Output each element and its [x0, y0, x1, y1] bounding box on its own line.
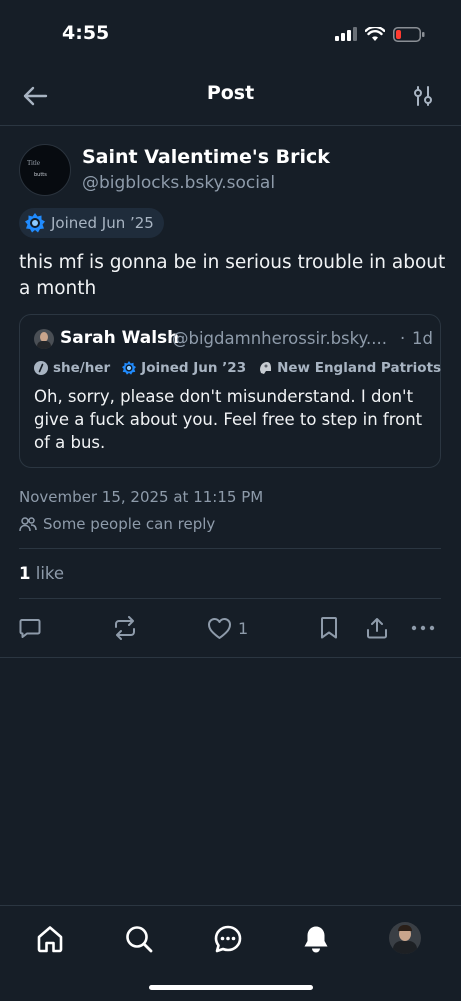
bell-icon — [304, 926, 328, 953]
football-helmet-icon — [260, 362, 272, 374]
post-header: Post — [0, 68, 461, 126]
tab-profile-avatar[interactable] — [389, 922, 421, 954]
tab-home[interactable] — [33, 922, 67, 956]
page-title: Post — [206, 82, 255, 104]
avatar-body — [37, 341, 51, 349]
home-indicator[interactable] — [149, 985, 313, 990]
ellipsis-icon — [411, 625, 435, 631]
avatar-text-title: Title — [27, 159, 40, 167]
post-actions: 1 — [0, 612, 461, 644]
reply-button[interactable] — [18, 612, 42, 644]
author-handle[interactable]: @bigblocks.bsky.social — [82, 173, 275, 193]
likes-label: like — [30, 564, 65, 583]
more-options-button[interactable] — [411, 612, 435, 644]
joined-badge-label: Joined Jun ’25 — [51, 214, 154, 232]
wifi-icon — [365, 26, 385, 41]
starburst-badge-icon — [25, 213, 45, 233]
quote-separator: · — [400, 329, 406, 348]
team-label: New England Patriots — [277, 360, 442, 376]
bookmark-icon — [321, 617, 337, 639]
share-icon — [367, 618, 387, 639]
status-icons — [335, 26, 425, 42]
author-avatar[interactable]: Title butts — [19, 144, 71, 196]
quote-time-ago: 1d — [412, 329, 433, 348]
quote-author-name[interactable]: Sarah Walsh — [60, 328, 179, 348]
divider — [19, 548, 441, 549]
search-icon — [126, 926, 153, 953]
quoted-post-card[interactable]: Sarah Walsh @bigdamnherossir.bsky.... · … — [19, 314, 441, 468]
quote-joined-tag: Joined Jun ’23 — [122, 360, 246, 376]
heart-icon — [208, 617, 231, 639]
team-tag: New England Patriots — [258, 360, 441, 376]
tab-chat[interactable] — [211, 922, 245, 956]
battery-icon — [393, 26, 425, 42]
likes-summary[interactable]: 1 like — [19, 564, 64, 583]
reply-setting[interactable]: Some people can reply — [19, 515, 215, 533]
home-icon — [37, 926, 63, 953]
speech-bubble-icon — [19, 619, 41, 638]
status-bar: 4:55 — [0, 0, 461, 68]
pronouns-label: she/her — [53, 360, 111, 376]
joined-badge[interactable]: Joined Jun ’25 — [19, 208, 164, 238]
tab-search[interactable] — [122, 922, 156, 956]
divider — [19, 598, 441, 599]
avatar-body — [393, 941, 417, 954]
repost-button[interactable] — [112, 612, 138, 644]
likes-count: 1 — [19, 564, 31, 583]
sliders-icon — [414, 86, 432, 106]
divider — [0, 657, 461, 658]
tab-notifications[interactable] — [299, 922, 333, 956]
bookmark-button[interactable] — [318, 612, 340, 644]
chat-icon — [214, 925, 242, 953]
avatar-text-subtitle: butts — [34, 172, 47, 178]
status-time: 4:55 — [62, 22, 110, 44]
share-button[interactable] — [365, 612, 389, 644]
pronouns-tag: she/her — [34, 360, 110, 376]
repost-icon — [115, 616, 135, 640]
pronouns-icon — [34, 361, 48, 375]
signal-icon — [335, 27, 357, 41]
author-display-name[interactable]: Saint Valentime's Brick — [82, 146, 330, 168]
thread-settings-button[interactable] — [409, 82, 437, 110]
quote-author-tags: she/her Joined Jun ’23 New England Patri… — [34, 360, 441, 376]
people-icon — [19, 517, 37, 532]
starburst-badge-icon — [122, 361, 137, 375]
post-text: this mf is gonna be in serious trouble i… — [19, 252, 446, 299]
quote-joined-label: Joined Jun ’23 — [141, 360, 247, 376]
like-count: 1 — [238, 618, 249, 638]
avatar-hair — [398, 925, 412, 931]
quote-text: Oh, sorry, please don't misunderstand. I… — [34, 387, 423, 452]
post-timestamp: November 15, 2025 at 11:15 PM — [19, 488, 264, 506]
quote-author-avatar[interactable] — [34, 329, 54, 349]
like-button[interactable]: 1 — [207, 612, 248, 644]
quote-author-handle[interactable]: @bigdamnherossir.bsky.... — [172, 329, 396, 348]
reply-setting-label: Some people can reply — [43, 515, 216, 533]
